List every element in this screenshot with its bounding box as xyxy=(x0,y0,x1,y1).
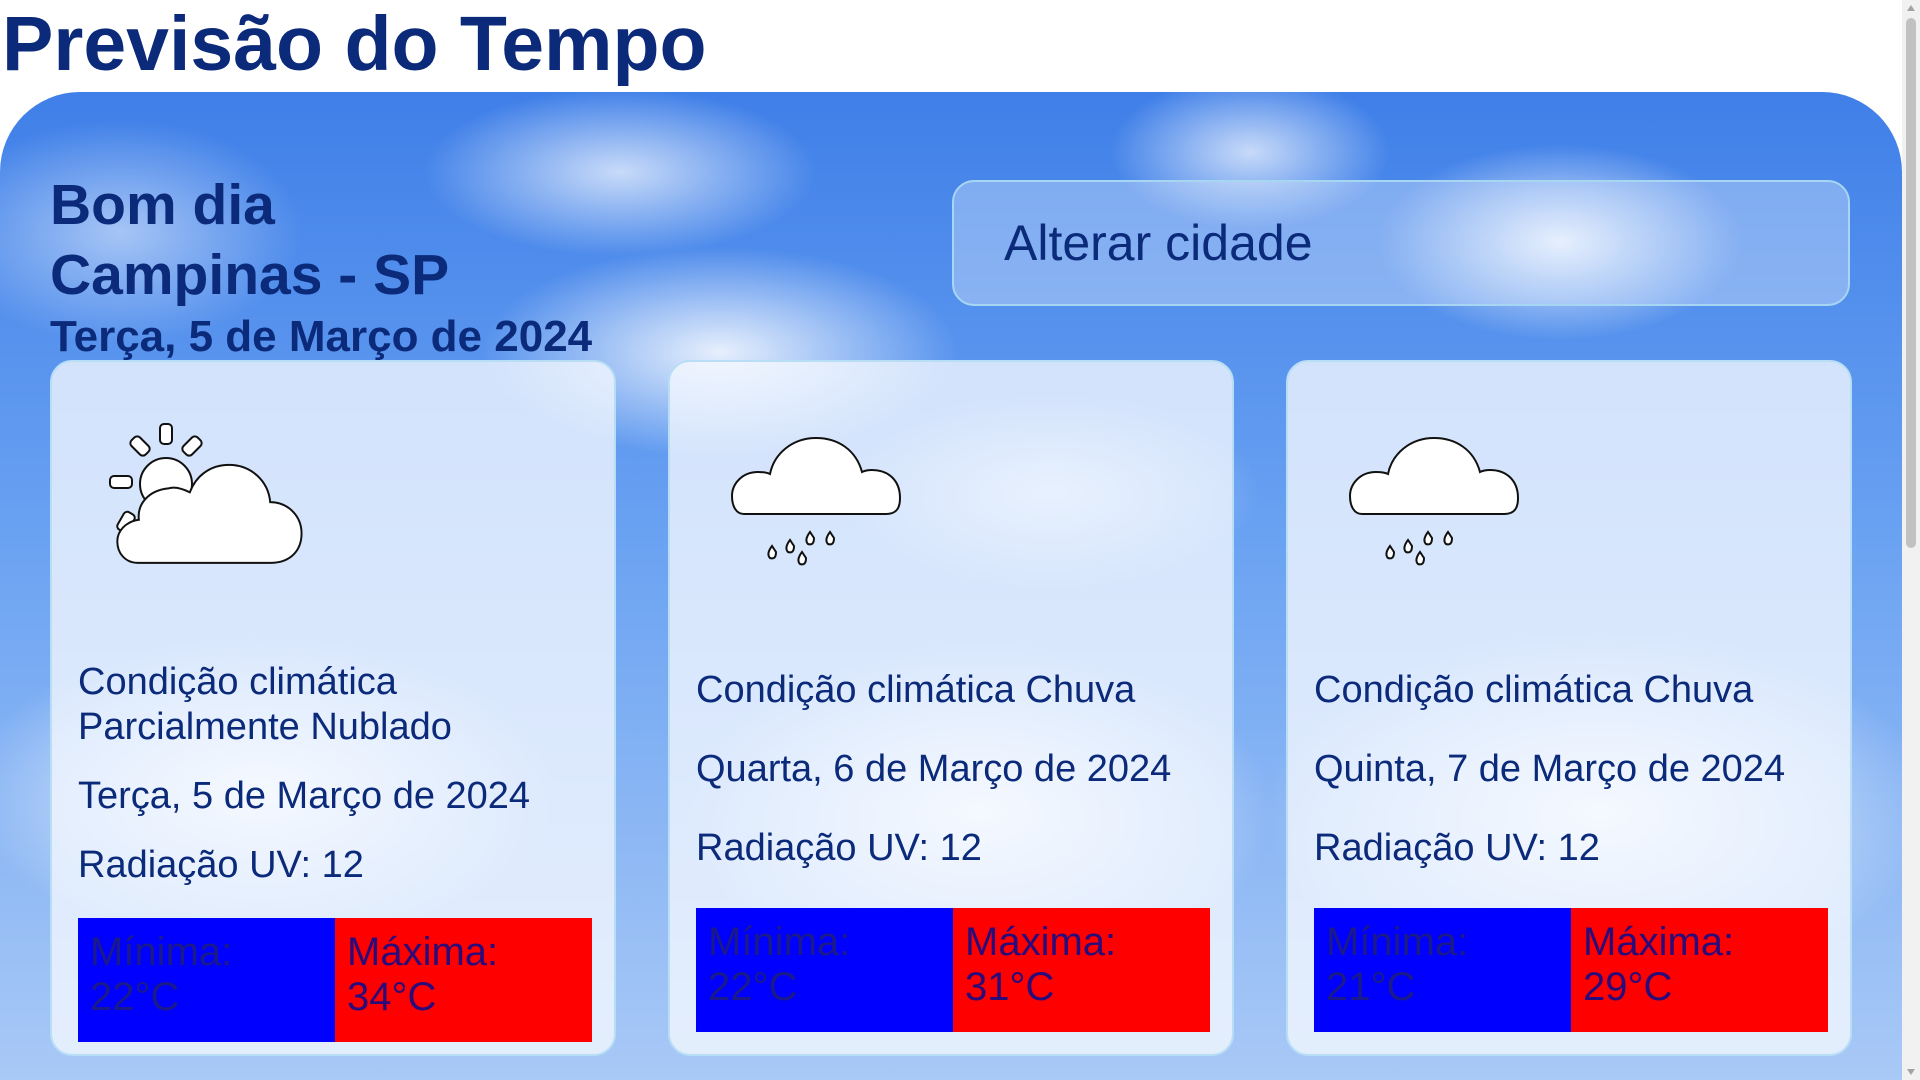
scroll-down-icon[interactable] xyxy=(1907,1069,1915,1075)
min-temp-label: Mínima: xyxy=(708,920,851,964)
max-temp-value: 31°C xyxy=(965,965,1055,1009)
forecast-card: Condição climática Chuva Quinta, 7 de Ma… xyxy=(1286,360,1852,1056)
city-name: Campinas - SP xyxy=(50,243,450,307)
condition-text: Condição climática Chuva xyxy=(1314,669,1754,711)
forecast-cards: Condição climática Parcialmente Nublado … xyxy=(50,360,1852,1056)
partly-cloudy-icon xyxy=(109,423,303,564)
min-temp-box: Mínima: 22°C xyxy=(78,918,335,1042)
vertical-scrollbar[interactable] xyxy=(1902,0,1920,1080)
forecast-card: Condição climática Chuva Quarta, 6 de Ma… xyxy=(668,360,1234,1056)
change-city-button[interactable]: Alterar cidade xyxy=(952,180,1850,306)
page-title: Previsão do Tempo xyxy=(2,1,707,87)
scroll-up-icon[interactable] xyxy=(1907,5,1915,11)
max-temp-box: Máxima: 29°C xyxy=(1571,908,1828,1032)
greeting-block: Bom dia Campinas - SP Terça, 5 de Março … xyxy=(50,170,592,364)
min-temp-label: Mínima: xyxy=(1326,920,1469,964)
greeting-text: Bom dia xyxy=(50,173,275,237)
rain-cloud-icon xyxy=(730,436,902,566)
uv-index: Radiação UV: 12 xyxy=(696,827,982,869)
condition-text: Condição climática Chuva xyxy=(696,669,1136,711)
max-temp-value: 34°C xyxy=(347,975,437,1019)
max-temp-label: Máxima: xyxy=(965,920,1117,964)
uv-index: Radiação UV: 12 xyxy=(78,844,364,886)
max-temp-label: Máxima: xyxy=(1583,920,1735,964)
temperature-range: Mínima: 21°C Máxima: 29°C xyxy=(1314,908,1828,1032)
forecast-date: Quarta, 6 de Março de 2024 xyxy=(696,748,1172,790)
max-temp-box: Máxima: 31°C xyxy=(953,908,1210,1032)
scrollbar-thumb[interactable] xyxy=(1906,18,1916,548)
min-temp-value: 21°C xyxy=(1326,965,1416,1009)
forecast-date: Quinta, 7 de Março de 2024 xyxy=(1314,748,1786,790)
min-temp-value: 22°C xyxy=(90,975,180,1019)
min-temp-box: Mínima: 22°C xyxy=(696,908,953,1032)
forecast-date: Terça, 5 de Março de 2024 xyxy=(78,775,531,817)
temperature-range: Mínima: 22°C Máxima: 31°C xyxy=(696,908,1210,1032)
temperature-range: Mínima: 22°C Máxima: 34°C xyxy=(78,918,592,1042)
max-temp-label: Máxima: xyxy=(347,930,499,974)
max-temp-value: 29°C xyxy=(1583,965,1673,1009)
max-temp-box: Máxima: 34°C xyxy=(335,918,592,1042)
current-date: Terça, 5 de Março de 2024 xyxy=(50,312,593,361)
forecast-card: Condição climática Parcialmente Nublado … xyxy=(50,360,616,1056)
min-temp-label: Mínima: xyxy=(90,930,233,974)
uv-index: Radiação UV: 12 xyxy=(1314,827,1600,869)
rain-cloud-icon xyxy=(1348,436,1520,566)
condition-text: Condição climática Parcialmente Nublado xyxy=(78,661,452,748)
min-temp-box: Mínima: 21°C xyxy=(1314,908,1571,1032)
min-temp-value: 22°C xyxy=(708,965,798,1009)
